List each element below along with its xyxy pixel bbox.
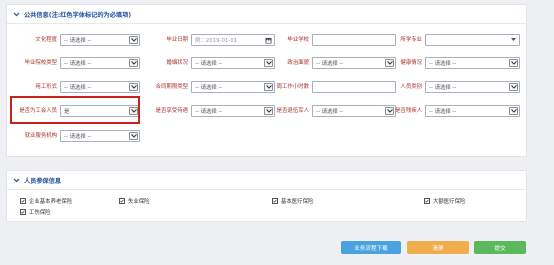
chevron-down-icon[interactable] bbox=[509, 83, 518, 91]
chevron-down-icon[interactable] bbox=[509, 36, 518, 44]
public-info-header[interactable]: 公共信息(注:红色字体标记的为必填项) bbox=[7, 5, 526, 24]
field-label: 合同期限类型 bbox=[155, 84, 188, 90]
insurance-info-header[interactable]: 人员参保信息 bbox=[7, 171, 526, 190]
select-field[interactable] bbox=[425, 34, 520, 46]
insurance-label: 工伤保险 bbox=[29, 210, 51, 216]
insurance-info-title: 人员参保信息 bbox=[24, 177, 62, 185]
chevron-down-icon[interactable] bbox=[129, 132, 138, 140]
select-field[interactable]: -- 请选择 -- bbox=[191, 57, 275, 69]
insurance-checkbox-item[interactable]: 基本医疗保险 bbox=[272, 197, 313, 205]
form-row: 用工形式 -- 请选择 -- 合同期限类型 -- 请选择 -- 周工作小时数 人员类别 --… bbox=[7, 76, 526, 99]
insurance-label: 失业保险 bbox=[128, 199, 150, 205]
select-field[interactable]: -- 请选择 -- bbox=[60, 34, 140, 46]
insurance-checkbox-item[interactable]: 企业基本养老保险 bbox=[20, 197, 72, 205]
field-label: 用工形式 bbox=[35, 84, 57, 90]
field-label: 人员类别 bbox=[400, 84, 422, 90]
select-value: -- 请选择 -- bbox=[429, 85, 457, 91]
clear-button[interactable]: 清屏 bbox=[407, 241, 469, 254]
field-label: 是否为工会人员 bbox=[19, 108, 57, 114]
form-row: 就业服务机构 -- 请选择 -- bbox=[7, 125, 526, 148]
checkbox-checked-icon[interactable] bbox=[119, 198, 125, 204]
checkbox-checked-icon[interactable] bbox=[272, 198, 278, 204]
download-process-button[interactable]: 业务流程下载 bbox=[341, 241, 401, 254]
select-field[interactable]: -- 请选择 -- bbox=[425, 57, 520, 69]
field-label: 毕业学校 bbox=[287, 37, 309, 43]
insurance-label: 大额医疗保险 bbox=[433, 199, 466, 205]
select-value: -- 请选择 -- bbox=[64, 85, 92, 91]
field-label: 文化程度 bbox=[35, 37, 57, 43]
field-label: 毕业日期 bbox=[166, 37, 188, 43]
field-label: 周工作小时数 bbox=[276, 84, 309, 90]
collapse-icon[interactable] bbox=[12, 10, 20, 18]
checkbox-checked-icon[interactable] bbox=[20, 209, 26, 215]
select-field[interactable]: -- 请选择 -- bbox=[425, 81, 520, 93]
field-label: 婚姻状况 bbox=[166, 60, 188, 66]
field-label: 毕业院校类型 bbox=[24, 60, 57, 66]
select-field[interactable]: -- 请选择 -- bbox=[60, 130, 140, 142]
chevron-down-icon[interactable] bbox=[509, 59, 518, 67]
field-label: 是否残疾人 bbox=[395, 108, 422, 114]
select-field[interactable]: 是 bbox=[60, 105, 140, 117]
field-label: 是否退伍军人 bbox=[276, 108, 309, 114]
field-label: 就业服务机构 bbox=[24, 133, 57, 139]
submit-button[interactable]: 提交 bbox=[474, 241, 526, 254]
date-placeholder: 例：2019-01-01 bbox=[195, 38, 238, 44]
form-row: 毕业院校类型 -- 请选择 -- 婚姻状况 -- 请选择 -- 政治面貌 -- 请选择 -… bbox=[7, 52, 526, 75]
checkbox-checked-icon[interactable] bbox=[424, 198, 430, 204]
select-value: -- 请选择 -- bbox=[195, 61, 223, 67]
select-value: -- 请选择 -- bbox=[195, 109, 223, 115]
field-label: 是否享受待遇 bbox=[155, 108, 188, 114]
insurance-label: 基本医疗保险 bbox=[281, 199, 314, 205]
select-field[interactable]: -- 请选择 -- bbox=[60, 81, 140, 93]
select-field[interactable]: -- 请选择 -- bbox=[191, 81, 275, 93]
select-value: -- 请选择 -- bbox=[64, 61, 92, 67]
select-value: -- 请选择 -- bbox=[316, 61, 344, 67]
insurance-info-panel: 人员参保信息 企业基本养老保险 失业保险 基本医疗保险 大额医疗保险工伤保险 bbox=[6, 170, 527, 222]
select-value: 是 bbox=[64, 109, 70, 115]
select-field[interactable]: -- 请选择 -- bbox=[60, 57, 140, 69]
chevron-down-icon[interactable] bbox=[509, 107, 518, 115]
select-field[interactable]: -- 请选择 -- bbox=[191, 105, 275, 117]
select-value: -- 请选择 -- bbox=[64, 134, 92, 140]
collapse-icon[interactable] bbox=[12, 176, 20, 184]
form-row: 文化程度 -- 请选择 -- 毕业日期 例：2019-01-01 毕业学校 所学专业 bbox=[7, 29, 526, 52]
checkbox-checked-icon[interactable] bbox=[20, 198, 26, 204]
public-info-panel: 公共信息(注:红色字体标记的为必填项) 文化程度 -- 请选择 -- 毕业日期 例：2… bbox=[6, 4, 527, 157]
select-value: -- 请选择 -- bbox=[64, 38, 92, 44]
public-info-title: 公共信息(注:红色字体标记的为必填项) bbox=[24, 11, 132, 19]
select-value: -- 请选择 -- bbox=[429, 61, 457, 67]
select-value: -- 请选择 -- bbox=[429, 109, 457, 115]
field-label: 所学专业 bbox=[400, 37, 422, 43]
field-label: 健康情况 bbox=[400, 60, 422, 66]
insurance-checkbox-item[interactable]: 工伤保险 bbox=[20, 208, 51, 216]
insurance-checkbox-item[interactable]: 大额医疗保险 bbox=[424, 197, 465, 205]
select-field[interactable]: -- 请选择 -- bbox=[425, 105, 520, 117]
insurance-checkbox-item[interactable]: 失业保险 bbox=[119, 197, 150, 205]
select-value: -- 请选择 -- bbox=[316, 109, 344, 115]
form-row: 是否为工会人员 是 是否享受待遇 -- 请选择 -- 是否退伍军人 -- 请选择 -- 是否… bbox=[7, 100, 526, 123]
graduation-date-input[interactable]: 例：2019-01-01 bbox=[191, 34, 275, 46]
insurance-label: 企业基本养老保险 bbox=[29, 199, 73, 205]
field-label: 政治面貌 bbox=[287, 60, 309, 66]
select-value: -- 请选择 -- bbox=[195, 85, 223, 91]
